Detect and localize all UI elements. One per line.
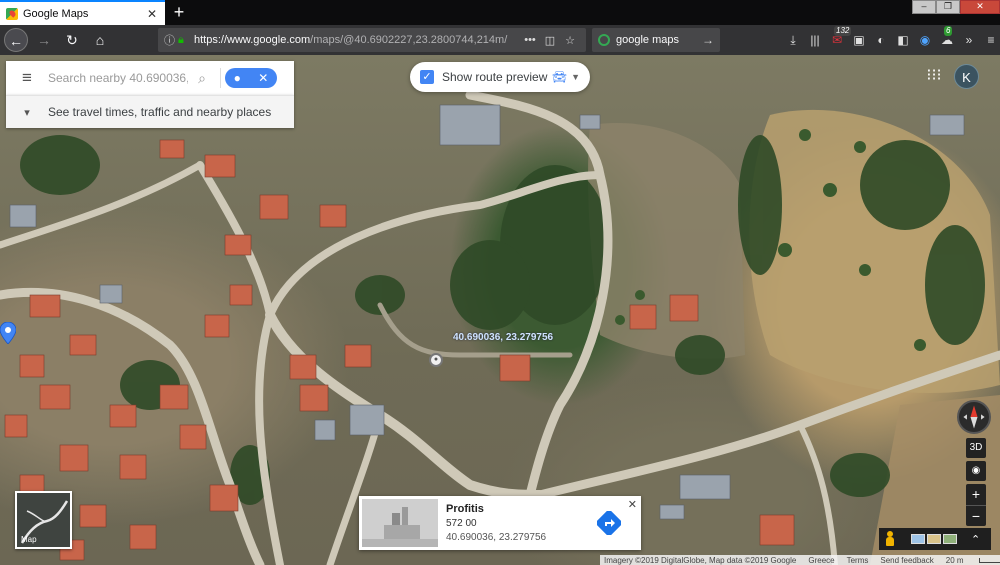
street-view-thumb-2[interactable] xyxy=(927,534,941,544)
address-bar[interactable]: ⓘ 🔒︎ https://www.google.com/maps/@40.690… xyxy=(158,28,586,52)
street-view-thumb-3[interactable] xyxy=(943,534,957,544)
reload-button[interactable]: ↻ xyxy=(60,28,84,52)
directions-icon[interactable] xyxy=(597,511,621,535)
satellite-map[interactable]: 40.690036, 23.279756 ● xyxy=(0,55,1000,565)
place-thumbnail-image xyxy=(362,499,438,547)
apps-grid-icon[interactable]: ⁝⁝⁝ xyxy=(924,66,944,86)
search-bar-text: google maps xyxy=(616,34,679,46)
home-button[interactable]: ⌂ xyxy=(88,28,112,52)
compass-icon[interactable] xyxy=(957,400,991,434)
forward-button[interactable]: → xyxy=(32,28,56,52)
chevron-down-icon[interactable]: ▼ xyxy=(571,72,580,82)
place-name: Profitis xyxy=(446,503,484,515)
google-search-engine-icon xyxy=(598,34,610,46)
search-bar[interactable]: google maps → xyxy=(592,28,720,52)
directions-pill[interactable]: ● ✕ xyxy=(225,68,277,88)
scale-line xyxy=(978,557,1000,563)
window-controls: – ❐ ✕ xyxy=(912,0,1000,14)
maximize-button[interactable]: ❐ xyxy=(936,0,960,14)
marker-coordinates-label: 40.690036, 23.279756 xyxy=(453,332,554,343)
chevron-down-icon: ▾ xyxy=(24,106,30,119)
new-tab-button[interactable]: + xyxy=(169,1,189,23)
map-footer: Imagery ©2019 DigitalGlobe, Map data ©20… xyxy=(600,555,1000,565)
search-icon[interactable]: ⌕ xyxy=(188,70,216,87)
pin-icon: ● xyxy=(233,71,241,85)
country-link[interactable]: Greece xyxy=(808,556,834,565)
zoom-out-button[interactable]: − xyxy=(966,506,986,527)
place-info: Profitis 572 00 40.690036, 23.279756 xyxy=(438,503,597,543)
overflow-chevron-icon[interactable]: » xyxy=(958,30,980,50)
lock-icon: 🔒︎ xyxy=(178,33,184,46)
tab-google-maps[interactable]: Google Maps ✕ xyxy=(0,0,165,25)
screenshot-icon[interactable]: ◧ xyxy=(892,30,914,50)
place-coordinates: 40.690036, 23.279756 xyxy=(446,532,547,543)
sidebar-icon[interactable]: ▣ xyxy=(848,30,870,50)
hamburger-menu-icon[interactable]: ≡ xyxy=(980,30,1000,50)
tab-title: Google Maps xyxy=(23,7,89,20)
addon-count-badge: 6 xyxy=(944,26,953,36)
addon-icon[interactable]: ☁ 6 xyxy=(936,26,958,50)
library-icon[interactable]: ||| xyxy=(804,30,826,50)
zoom-in-button[interactable]: + xyxy=(966,484,986,505)
street-view-thumb-1[interactable] xyxy=(911,534,925,544)
my-location-icon[interactable]: ◉ xyxy=(966,461,986,481)
minimize-button[interactable]: – xyxy=(912,0,936,14)
url-host: https://www.google.com xyxy=(194,34,311,46)
location-pin-icon[interactable] xyxy=(0,322,16,344)
clear-search-icon[interactable]: ✕ xyxy=(258,71,268,85)
site-info-icon[interactable]: ⓘ xyxy=(164,32,178,48)
mail-checker-icon[interactable]: ✉ 132 xyxy=(826,26,852,50)
download-icon[interactable]: ⤓ xyxy=(782,30,804,50)
travel-times-bar[interactable]: ▾ See travel times, traffic and nearby p… xyxy=(6,95,294,128)
place-photo[interactable] xyxy=(362,499,438,547)
map-layer-toggle[interactable]: Map xyxy=(15,491,72,549)
scale-bar[interactable]: 20 m xyxy=(946,556,1000,565)
search-divider xyxy=(220,68,221,88)
pegman-tray[interactable]: ⌃ xyxy=(879,528,991,550)
travel-times-text: See travel times, traffic and nearby pla… xyxy=(48,105,272,119)
search-input[interactable] xyxy=(48,71,188,85)
navigation-bar: ← → ↻ ⌂ ⓘ 🔒︎ https://www.google.com/maps… xyxy=(0,25,1000,55)
toolbar-icons: ⤓ ||| ✉ 132 ▣ ◐ ◧ ◉ ☁ 6 » ≡ xyxy=(782,26,1000,50)
url-text[interactable]: https://www.google.com/maps/@40.6902227,… xyxy=(194,34,520,46)
route-preview-toggle[interactable]: ✓ Show route preview 🚘︎ ▼ xyxy=(410,62,590,92)
menu-icon[interactable]: ≡ xyxy=(6,68,48,88)
avatar[interactable]: K xyxy=(954,64,979,89)
terms-link[interactable]: Terms xyxy=(847,556,869,565)
scale-label: 20 m xyxy=(945,555,964,565)
satellite-imagery xyxy=(0,90,1000,565)
tab-close-icon[interactable]: ✕ xyxy=(145,7,159,21)
small-place-icon[interactable]: ● xyxy=(429,353,443,367)
view-3d-button[interactable]: 3D xyxy=(966,438,986,458)
route-preview-label: Show route preview xyxy=(442,70,548,84)
extension-icon[interactable]: ◐ xyxy=(870,30,892,50)
url-path: /maps/@40.6902227,23.2800744,214m/ xyxy=(310,34,508,46)
vpn-icon[interactable]: ◉ xyxy=(914,30,936,50)
google-maps-favicon-icon xyxy=(6,7,18,20)
zoom-controls: + − xyxy=(966,484,986,526)
layer-toggle-label: Map xyxy=(21,535,37,544)
imagery-attribution: Imagery ©2019 DigitalGlobe, Map data ©20… xyxy=(604,555,797,565)
bookmark-star-icon[interactable]: ☆ xyxy=(560,34,580,47)
pocket-icon[interactable]: ◫ xyxy=(540,34,560,47)
place-elevation: 572 00 xyxy=(446,518,477,529)
search-go-icon[interactable]: → xyxy=(702,33,714,47)
expand-tray-icon[interactable]: ⌃ xyxy=(971,533,980,546)
close-card-icon[interactable]: ✕ xyxy=(628,498,637,511)
tab-bar: Google Maps ✕ + – ❐ ✕ xyxy=(0,0,1000,25)
send-feedback-link[interactable]: Send feedback xyxy=(880,556,933,565)
route-preview-checkbox[interactable]: ✓ xyxy=(420,70,434,84)
close-window-button[interactable]: ✕ xyxy=(960,0,1000,14)
place-card[interactable]: Profitis 572 00 40.690036, 23.279756 ✕ xyxy=(359,496,641,550)
car-icon[interactable]: 🚘︎ xyxy=(552,70,567,84)
map-search-box: ≡ ⌕ ● ✕ xyxy=(6,61,294,95)
page-actions-icon[interactable]: ••• xyxy=(520,34,540,46)
back-button[interactable]: ← xyxy=(4,28,28,52)
pegman-icon[interactable] xyxy=(883,531,897,547)
